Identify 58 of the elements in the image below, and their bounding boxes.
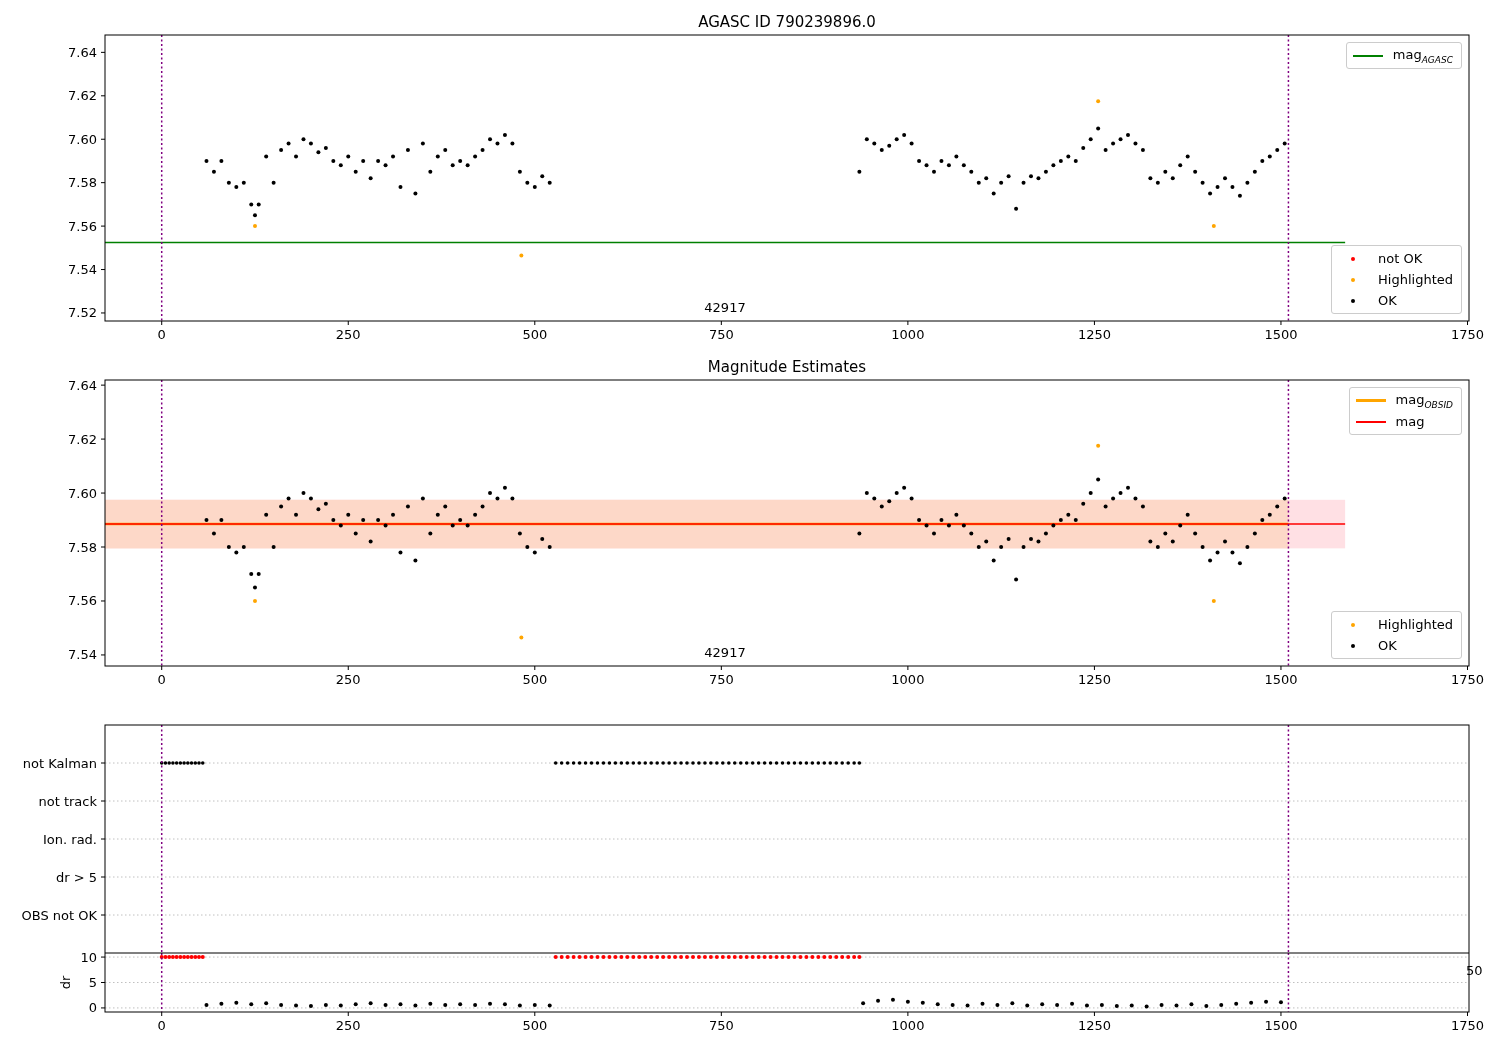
legend-label: mag$_{AGASC}$ — [1392, 46, 1453, 65]
chart-title: Magnitude Estimates — [707, 358, 867, 376]
row-label: not Kalman — [22, 755, 97, 771]
tick-label: 1000 — [891, 1018, 925, 1033]
tick-label: 1750 — [1450, 672, 1485, 687]
tick-label: 7.58 — [68, 539, 97, 555]
tick-label: 7.58 — [68, 175, 97, 191]
legend-label: mag — [1395, 414, 1425, 429]
tick-label: 7.62 — [68, 88, 97, 104]
tick-label: 7.64 — [68, 44, 97, 60]
tick-label: 1750 — [1450, 327, 1485, 342]
legend-label: OK — [1378, 293, 1397, 308]
tick-label: 7.56 — [68, 593, 97, 609]
tick-label: 1500 — [1264, 672, 1298, 687]
tick-label: 1000 — [891, 672, 925, 687]
tick-label: 7.56 — [68, 218, 97, 234]
tick-label: 250 — [335, 672, 361, 687]
tick-label: 250 — [335, 327, 361, 342]
tick-label: 750 — [708, 672, 734, 687]
tick-label: 750 — [708, 1018, 734, 1033]
tick-label: 0 — [157, 1018, 166, 1033]
tick-label: 750 — [708, 327, 734, 342]
legend-label: mag$_{OBSID}$ — [1395, 391, 1453, 410]
tick-label: 7.54 — [68, 262, 97, 278]
legend-label: Highlighted — [1378, 617, 1453, 632]
tick-label: 1750 — [1450, 1018, 1485, 1033]
tick-label: 7.62 — [68, 431, 97, 447]
axis-label: dr — [58, 975, 73, 990]
tick-label: 7.54 — [68, 647, 97, 663]
tick-label: 1500 — [1264, 1018, 1298, 1033]
tick-label: 1250 — [1077, 327, 1111, 342]
tick-label: 500 — [522, 672, 548, 687]
tick-label: 7.52 — [68, 305, 97, 321]
tick-label: 0 — [157, 672, 166, 687]
tick-label: 500 — [522, 1018, 548, 1033]
legend-label: not OK — [1378, 251, 1423, 266]
row-label: not track — [38, 793, 97, 809]
tick-label: 5 — [88, 975, 97, 990]
legend-label: Highlighted — [1378, 272, 1453, 287]
tick-label: 7.60 — [68, 485, 97, 501]
tick-label: 250 — [335, 1018, 361, 1033]
row-label: Ion. rad. — [43, 831, 97, 847]
tick-label: 1250 — [1077, 1018, 1111, 1033]
annotation-text: 50 — [1466, 963, 1483, 978]
row-label: dr > 5 — [55, 869, 97, 885]
annotation-text: 42917 — [704, 645, 746, 660]
tick-label: 1250 — [1077, 672, 1111, 687]
row-label: OBS not OK — [21, 907, 97, 923]
tick-label: 1000 — [891, 327, 925, 342]
legend-label: OK — [1378, 638, 1397, 653]
tick-label: 0 — [88, 1000, 97, 1016]
tick-label: 7.60 — [68, 131, 97, 147]
tick-label: 7.64 — [68, 377, 97, 393]
tick-label: 1500 — [1264, 327, 1298, 342]
chart-title: AGASC ID 790239896.0 — [698, 13, 876, 31]
tick-label: 500 — [522, 327, 548, 342]
annotation-text: 42917 — [704, 300, 746, 315]
tick-label: 0 — [157, 327, 166, 342]
